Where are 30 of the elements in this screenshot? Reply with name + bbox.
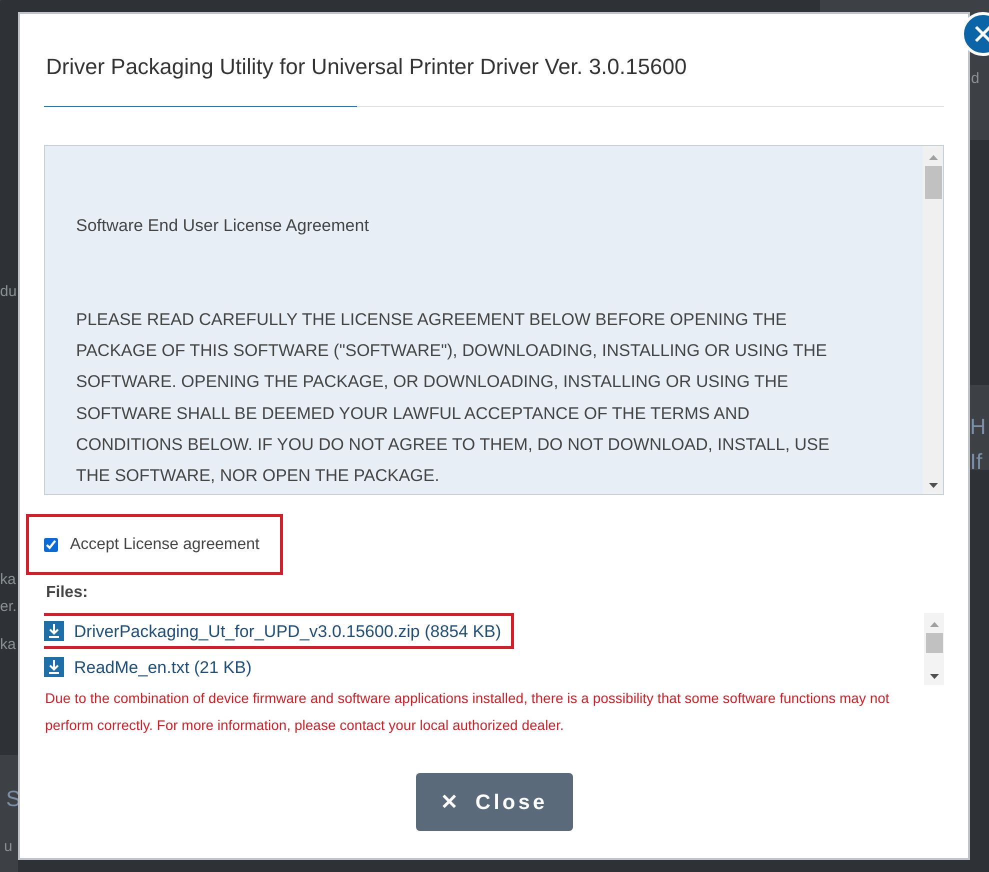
license-heading: Software End User License Agreement: [76, 215, 370, 238]
download-icon: [44, 657, 64, 678]
close-icon: [974, 25, 989, 43]
license-text: PLEASE READ CAREFULLY THE LICENSE AGREEMENT BELOW BEFORE OPENING THE PACKAGE OF THIS SOFTWARE ("SOFTWARE"), DOWNLOADING, INSTALLING OR USING THE SOFTWARE. OPENING THE PACKAGE, OR DOWNLOADING, INSTALLING OR USING THE SOFTWARE SHALL BE DEEMED YOUR LAWFUL ACCEPTANCE OF THE TERMS AND CONDITIONS BELOW. IF YOU DO NOT AGREE TO THEM, DO NOT DOWNLOAD, INSTALL, USE THE SOFTWARE, NOR OPEN THE PACKAGE.: [76, 308, 830, 488]
background-text: du: [0, 282, 17, 302]
dialog-title: Driver Packaging Utility for Universal Printer Driver Ver. 3.0.15600: [45, 54, 688, 81]
scrollbar[interactable]: [923, 146, 943, 494]
scroll-up-icon[interactable]: [928, 154, 938, 160]
background-text: er.: [0, 597, 17, 617]
background-text: If: [970, 448, 982, 476]
download-icon: [44, 621, 64, 642]
close-button[interactable]: ✕ Close: [416, 773, 572, 832]
warning-text: Due to the combination of device firmware and software applications installed, there is a possibility that some software functions may not perform correctly. For more information, please contact your local authorized dealer.: [45, 689, 890, 736]
scroll-down-icon[interactable]: [928, 482, 938, 488]
accept-checkbox[interactable]: [44, 538, 58, 552]
scrollbar-thumb[interactable]: [924, 166, 942, 200]
background-text: d: [971, 69, 980, 89]
background-text: u: [4, 837, 12, 857]
background-text: ka: [0, 570, 16, 590]
scrollbar[interactable]: [924, 613, 944, 686]
accept-label: Accept License agreement: [70, 534, 260, 555]
scroll-down-icon[interactable]: [930, 674, 938, 679]
close-icon: ✕: [440, 786, 462, 818]
file-link[interactable]: DriverPackaging_Ut_for_UPD_v3.0.15600.zip (8854 KB): [44, 613, 514, 650]
file-link[interactable]: ReadMe_en.txt (21 KB): [44, 649, 265, 686]
scrollbar-thumb[interactable]: [926, 633, 942, 654]
background-text: ka: [0, 635, 16, 655]
files-label: Files:: [46, 583, 89, 604]
scroll-up-icon[interactable]: [930, 622, 938, 627]
background-text: H: [970, 413, 986, 441]
